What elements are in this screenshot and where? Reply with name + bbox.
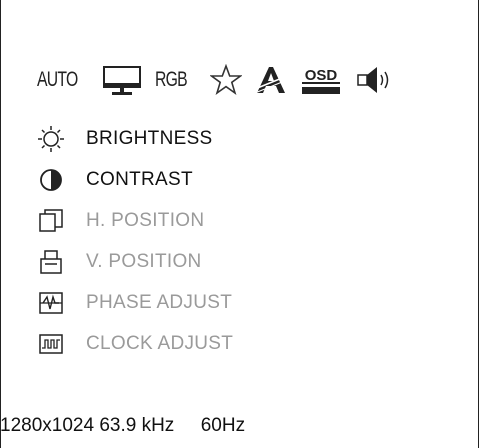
color-settings-button[interactable]: RGB: [154, 60, 198, 100]
menu-item-brightness[interactable]: BRIGHTNESS: [38, 118, 233, 159]
menu-item-label: PHASE ADJUST: [86, 291, 233, 313]
menu-item-h-position[interactable]: H. POSITION: [38, 200, 233, 241]
v-position-icon: [40, 249, 62, 274]
clock-icon: [39, 333, 63, 354]
rgb-label: RGB: [154, 68, 188, 91]
brightness-icon: [38, 125, 64, 152]
menu-item-label: CLOCK ADJUST: [86, 332, 234, 354]
language-button[interactable]: [254, 60, 288, 100]
phase-icon: [39, 291, 63, 314]
v-frequency-text: 60Hz: [200, 415, 246, 436]
menu-item-clock-adjust[interactable]: CLOCK ADJUST: [38, 323, 233, 364]
auto-adjust-button[interactable]: AUTO: [37, 60, 90, 100]
language-icon: [254, 67, 288, 94]
osd-label: OSD: [305, 67, 338, 84]
menu-item-label: H. POSITION: [86, 209, 205, 231]
volume-button[interactable]: [354, 60, 396, 100]
favorite-button[interactable]: [210, 60, 242, 100]
speaker-icon: [357, 67, 389, 93]
resolution-text: 1280x1024: [0, 415, 95, 436]
h-frequency-text: 63.9 kHz: [99, 415, 175, 436]
display-button[interactable]: [102, 60, 142, 100]
menu-item-phase-adjust[interactable]: PHASE ADJUST: [38, 282, 233, 323]
osd-settings-button[interactable]: OSD: [300, 60, 342, 100]
monitor-icon: [103, 66, 141, 95]
contrast-icon: [40, 168, 62, 191]
menu-item-label: V. POSITION: [86, 250, 202, 272]
star-icon: [210, 64, 242, 96]
menu-item-label: BRIGHTNESS: [86, 127, 213, 149]
h-position-icon: [39, 208, 63, 232]
signal-status-bar: 1280x1024 63.9 kHz 60Hz: [0, 415, 245, 437]
osd-toolbar: AUTO RGB OSD: [37, 58, 408, 102]
menu-item-v-position[interactable]: V. POSITION: [38, 241, 233, 282]
osd-icon: OSD: [302, 67, 340, 94]
menu-item-label: CONTRAST: [86, 168, 193, 190]
menu-item-contrast[interactable]: CONTRAST: [38, 159, 233, 200]
auto-label: AUTO: [37, 68, 78, 91]
picture-menu: BRIGHTNESS CONTRAST H. POSITION V. POSIT…: [38, 118, 233, 364]
